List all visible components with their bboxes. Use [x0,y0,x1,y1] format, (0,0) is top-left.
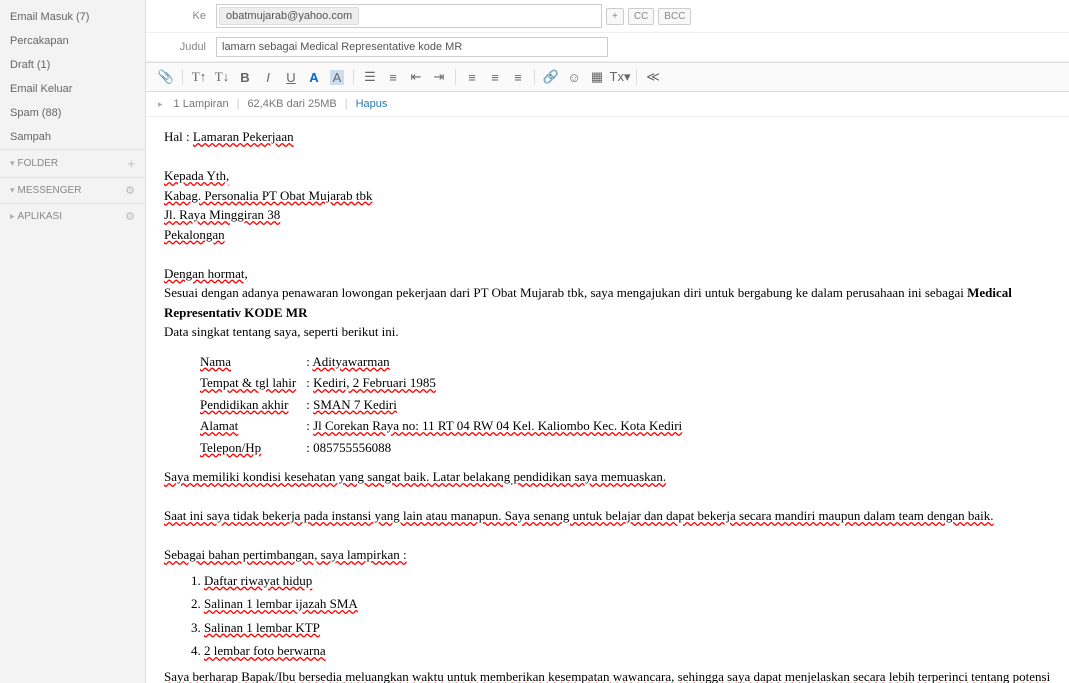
message-body[interactable]: Hal : Lamaran Pekerjaan Kepada Yth, Kaba… [146,117,1069,683]
chevron-down-icon: ▾ [10,158,15,168]
sidebar-item-trash[interactable]: Sampah [0,125,145,149]
add-recipient-button[interactable]: + [606,8,624,25]
chevron-right-icon: ▸ [10,211,15,221]
attachment-list: Daftar riwayat hidup Salinan 1 lembar ij… [204,569,1051,663]
format-icon[interactable]: Tx▾ [610,67,630,87]
number-list-icon[interactable]: ≡ [383,67,403,87]
cc-button[interactable]: CC [628,8,654,25]
compose-panel: Ke obatmujarab@yahoo.com + CC BCC Judul … [146,0,1069,683]
remove-attachment-link[interactable]: Hapus [356,98,388,110]
subject-label: Judul [156,41,206,53]
sidebar-item-spam[interactable]: Spam (88) [0,101,145,125]
underline-icon[interactable]: U [281,67,301,87]
sidebar-section-applications[interactable]: ▸APLIKASI ⚙ [0,203,145,229]
bullet-list-icon[interactable]: ☰ [360,67,380,87]
font-smaller-icon[interactable]: T↓ [212,67,232,87]
template-icon[interactable]: ▦ [587,67,607,87]
plus-icon[interactable]: + [127,156,135,171]
bcc-button[interactable]: BCC [658,8,691,25]
to-label: Ke [156,10,206,22]
attachment-bar: ▸ 1 Lampiran | 62,4KB dari 25MB | Hapus [146,92,1069,117]
indent-icon[interactable]: ⇥ [429,67,449,87]
format-toolbar: 📎 T↑ T↓ B I U A A ☰ ≡ ⇤ ⇥ ≡ ≡ ≡ 🔗 ☺ ▦ Tx… [146,62,1069,92]
italic-icon[interactable]: I [258,67,278,87]
subject-row: Judul [146,33,1069,62]
highlight-icon[interactable]: A [327,67,347,87]
sidebar-item-sent[interactable]: Email Keluar [0,77,145,101]
attachment-count: 1 Lampiran [174,98,229,110]
recipient-pill[interactable]: obatmujarab@yahoo.com [219,7,359,25]
attach-icon[interactable]: 📎 [156,67,176,87]
align-center-icon[interactable]: ≡ [485,67,505,87]
emoji-icon[interactable]: ☺ [564,67,584,87]
align-left-icon[interactable]: ≡ [462,67,482,87]
to-row: Ke obatmujarab@yahoo.com + CC BCC [146,0,1069,33]
subject-input[interactable] [216,37,608,57]
gear-icon[interactable]: ⚙ [125,210,135,223]
sidebar-section-folder[interactable]: ▾FOLDER + [0,149,145,177]
chevron-down-icon: ▾ [10,185,15,195]
sidebar-section-messenger[interactable]: ▾MESSENGER ⚙ [0,177,145,203]
font-larger-icon[interactable]: T↑ [189,67,209,87]
outdent-icon[interactable]: ⇤ [406,67,426,87]
align-right-icon[interactable]: ≡ [508,67,528,87]
link-icon[interactable]: 🔗 [541,67,561,87]
bold-icon[interactable]: B [235,67,255,87]
chevron-right-icon[interactable]: ▸ [158,99,163,110]
sidebar: Email Masuk (7) Percakapan Draft (1) Ema… [0,0,146,683]
font-color-icon[interactable]: A [304,67,324,87]
to-field[interactable]: obatmujarab@yahoo.com [216,4,602,28]
sidebar-item-draft[interactable]: Draft (1) [0,53,145,77]
collapse-icon[interactable]: ≪ [643,67,663,87]
sidebar-item-conversation[interactable]: Percakapan [0,29,145,53]
applicant-info-table: Nama: Adityawarman Tempat & tgl lahir: K… [194,350,688,460]
attachment-size: 62,4KB dari 25MB [247,98,336,110]
sidebar-item-inbox[interactable]: Email Masuk (7) [0,5,145,29]
gear-icon[interactable]: ⚙ [125,184,135,197]
